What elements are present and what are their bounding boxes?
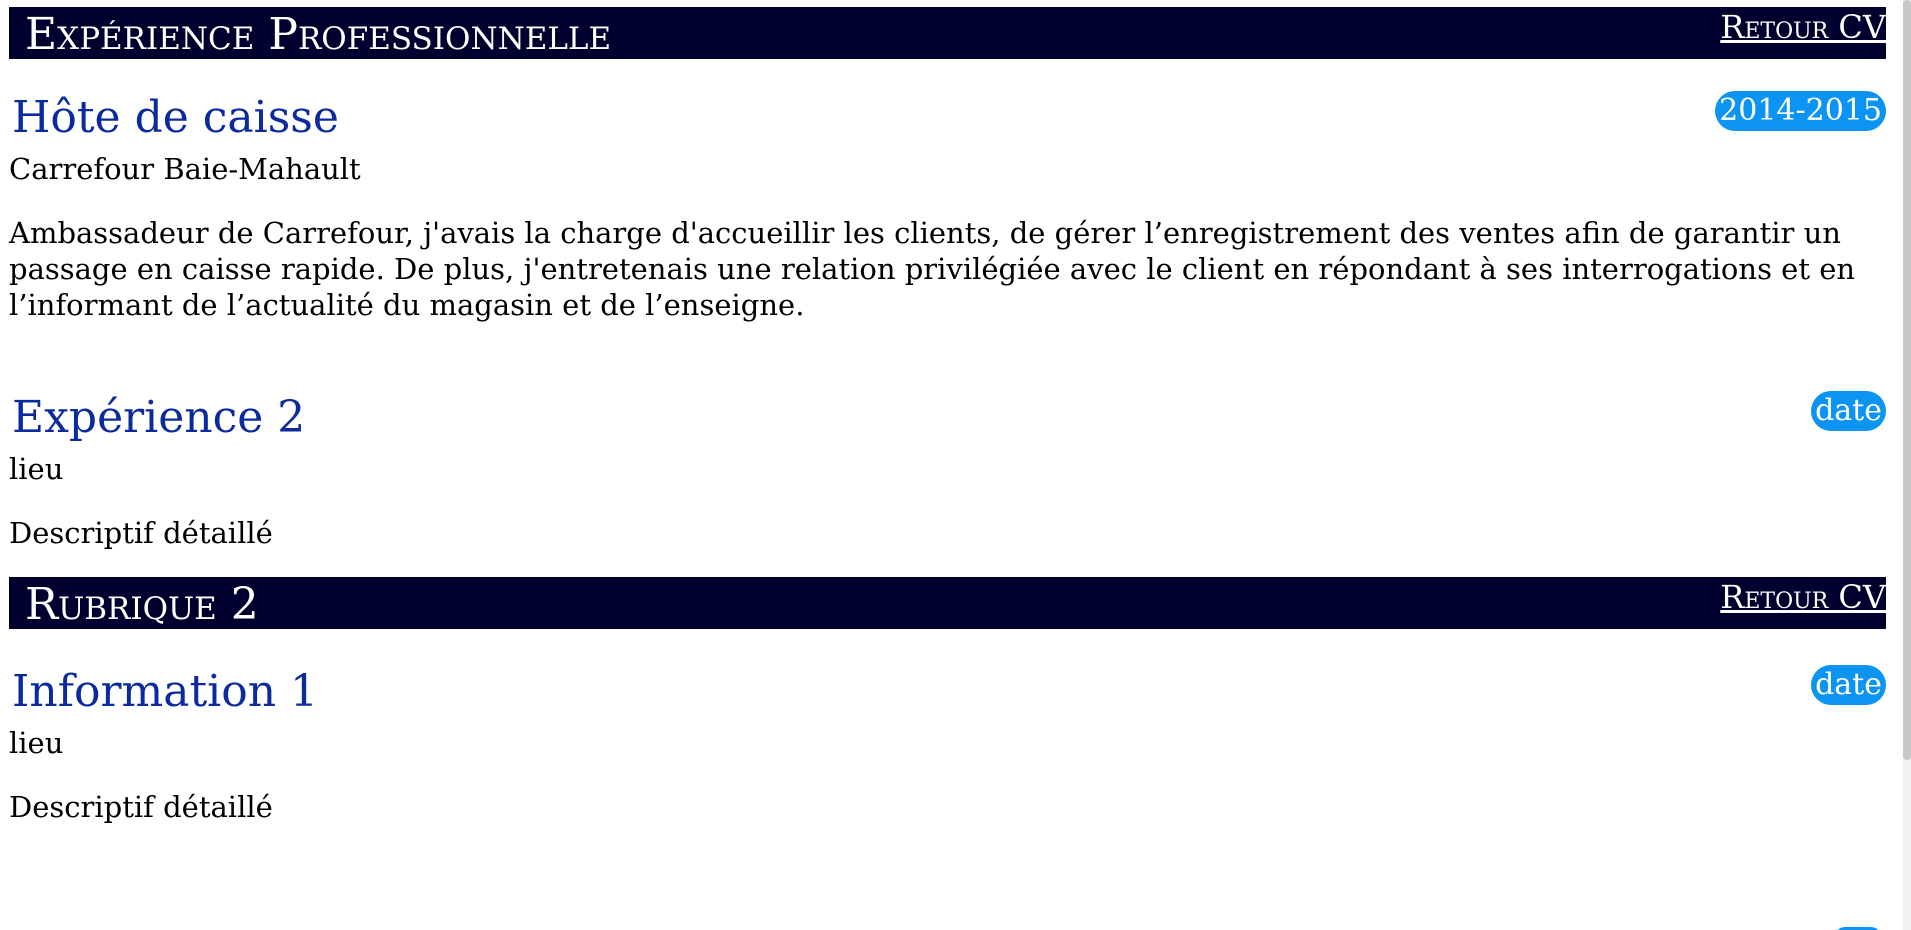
information-entry: date Information 1 lieu Descriptif détai… <box>9 665 1886 825</box>
date-badge: date <box>1811 391 1886 431</box>
section-header-experience: Expérience Professionnelle Retour CV <box>9 7 1886 60</box>
entry-description: Ambassadeur de Carrefour, j'avais la cha… <box>9 216 1856 322</box>
entry-place: lieu <box>9 452 64 486</box>
section-title: Expérience Professionnelle <box>25 9 612 60</box>
scrollbar-thumb[interactable] <box>1903 0 1911 760</box>
experience-entry: 2014-2015 Hôte de caisse Carrefour Baie-… <box>9 91 1886 323</box>
entry-description: Descriptif détaillé <box>9 790 273 824</box>
entry-title: Information 1 <box>12 666 319 717</box>
vertical-scrollbar[interactable] <box>1903 0 1911 930</box>
cv-content: Expérience Professionnelle Retour CV 201… <box>9 7 1886 825</box>
entry-title: Expérience 2 <box>12 392 306 443</box>
entry-place: Carrefour Baie-Mahault <box>9 152 361 186</box>
experience-entry: date Expérience 2 lieu Descriptif détail… <box>9 391 1886 551</box>
date-badge: date <box>1811 665 1886 705</box>
date-badge: 2014-2015 <box>1715 91 1886 131</box>
back-to-cv-link[interactable]: Retour CV <box>1720 7 1886 47</box>
entry-description: Descriptif détaillé <box>9 516 273 550</box>
back-to-cv-link[interactable]: Retour CV <box>1720 577 1886 617</box>
section-title: Rubrique 2 <box>25 579 259 630</box>
cv-page: Expérience Professionnelle Retour CV 201… <box>0 0 1911 930</box>
entry-place: lieu <box>9 726 64 760</box>
entry-title: Hôte de caisse <box>12 92 339 143</box>
section-header-rubrique: Rubrique 2 Retour CV <box>9 577 1886 630</box>
